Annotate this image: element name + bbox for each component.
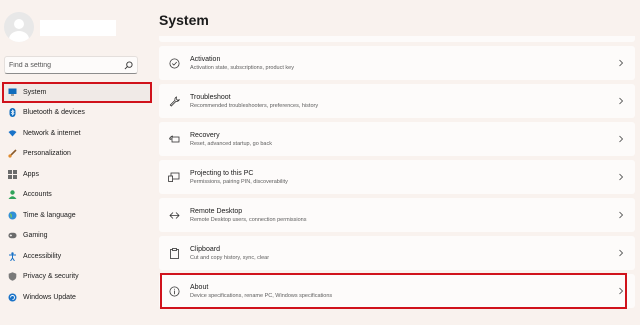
- wifi-icon: [8, 129, 17, 138]
- chevron-right-icon: [619, 135, 624, 143]
- clipboard-icon: [168, 247, 180, 259]
- redacted-user-name: [40, 20, 116, 36]
- card-subtitle: Recommended troubleshooters, preferences…: [190, 102, 319, 109]
- card-subtitle: Device specifications, rename PC, Window…: [190, 292, 333, 299]
- chevron-right-icon: [619, 249, 624, 257]
- card-subtitle: Cut and copy history, sync, clear: [190, 254, 270, 261]
- sidebar-item-label: Time & language: [23, 211, 76, 219]
- page-title: System: [159, 12, 209, 28]
- sidebar-item-system[interactable]: System: [2, 82, 152, 103]
- wrench-icon: [168, 95, 180, 107]
- avatar-head-shape: [14, 19, 24, 29]
- sidebar-item-label: Accessibility: [23, 252, 62, 260]
- sidebar-item-label: Gaming: [23, 232, 48, 240]
- accessibility-icon: [8, 252, 17, 261]
- sidebar-item-accessibility[interactable]: Accessibility: [2, 246, 152, 267]
- globe-icon: [8, 211, 17, 220]
- settings-card-projecting[interactable]: Projecting to this PC Permissions, pairi…: [159, 160, 635, 194]
- update-icon: [8, 293, 17, 302]
- sidebar-item-apps[interactable]: Apps: [2, 164, 152, 185]
- card-text: Clipboard Cut and copy history, sync, cl…: [190, 245, 617, 262]
- settings-list: Activation Activation state, subscriptio…: [159, 36, 639, 309]
- projector-icon: [168, 171, 180, 183]
- sidebar-item-accounts[interactable]: Accounts: [2, 185, 152, 206]
- sidebar-item-label: Bluetooth & devices: [23, 109, 85, 117]
- sidebar-item-network[interactable]: Network & internet: [2, 123, 152, 144]
- settings-card-troubleshoot[interactable]: Troubleshoot Recommended troubleshooters…: [159, 84, 635, 118]
- sidebar-item-label: Privacy & security: [23, 273, 79, 281]
- sidebar-item-label: System: [23, 88, 47, 96]
- card-subtitle: Remote Desktop users, connection permiss…: [190, 216, 307, 223]
- remote-desktop-icon: [168, 209, 180, 221]
- system-monitor-icon: [8, 88, 17, 97]
- settings-card-remote-desktop[interactable]: Remote Desktop Remote Desktop users, con…: [159, 198, 635, 232]
- chevron-right-icon: [619, 287, 624, 295]
- card-title: Projecting to this PC: [190, 169, 254, 177]
- card-subtitle: Permissions, pairing PIN, discoverabilit…: [190, 178, 288, 185]
- card-text: Recovery Reset, advanced startup, go bac…: [190, 131, 617, 148]
- card-title: Troubleshoot: [190, 93, 231, 101]
- sidebar: System Bluetooth & devices Network & int…: [0, 0, 152, 325]
- person-icon: [8, 190, 17, 200]
- sidebar-item-personalization[interactable]: Personalization: [2, 144, 152, 165]
- card-title: Remote Desktop: [190, 207, 243, 215]
- chevron-right-icon: [619, 173, 624, 181]
- avatar[interactable]: [4, 12, 34, 42]
- apps-icon: [8, 169, 17, 179]
- settings-card-recovery[interactable]: Recovery Reset, advanced startup, go bac…: [159, 122, 635, 156]
- sidebar-item-privacy-security[interactable]: Privacy & security: [2, 267, 152, 288]
- sidebar-item-label: Network & internet: [23, 129, 81, 137]
- sidebar-item-gaming[interactable]: Gaming: [2, 226, 152, 247]
- card-text: Troubleshoot Recommended troubleshooters…: [190, 93, 617, 110]
- card-subtitle: Activation state, subscriptions, product…: [190, 64, 294, 71]
- shield-icon: [8, 272, 17, 282]
- sidebar-item-bluetooth[interactable]: Bluetooth & devices: [2, 103, 152, 124]
- search-icon[interactable]: [124, 60, 133, 70]
- card-text: Activation Activation state, subscriptio…: [190, 55, 617, 72]
- bluetooth-icon: [8, 108, 17, 118]
- sidebar-item-windows-update[interactable]: Windows Update: [2, 287, 152, 308]
- recovery-icon: [168, 133, 180, 145]
- search-input[interactable]: [9, 61, 124, 69]
- card-text: Remote Desktop Remote Desktop users, con…: [190, 207, 617, 224]
- sidebar-item-label: Apps: [23, 170, 39, 178]
- settings-card-about[interactable]: About Device specifications, rename PC, …: [159, 273, 635, 309]
- brush-icon: [8, 149, 17, 158]
- sidebar-item-label: Personalization: [23, 150, 71, 158]
- card-title: About: [190, 283, 209, 291]
- search-box[interactable]: [4, 56, 138, 74]
- sidebar-item-label: Windows Update: [23, 293, 76, 301]
- chevron-right-icon: [619, 97, 624, 105]
- card-text: Projecting to this PC Permissions, pairi…: [190, 169, 617, 186]
- card-title: Recovery: [190, 131, 220, 139]
- card-subtitle: Reset, advanced startup, go back: [190, 140, 272, 147]
- chevron-right-icon: [619, 211, 624, 219]
- nav-list: System Bluetooth & devices Network & int…: [2, 82, 152, 308]
- card-title: Activation: [190, 55, 221, 63]
- settings-card-activation[interactable]: Activation Activation state, subscriptio…: [159, 46, 635, 80]
- card-text: About Device specifications, rename PC, …: [190, 283, 617, 300]
- sidebar-item-label: Accounts: [23, 191, 52, 199]
- check-circle-icon: [168, 57, 180, 69]
- chevron-right-icon: [619, 59, 624, 67]
- settings-card-clipboard[interactable]: Clipboard Cut and copy history, sync, cl…: [159, 236, 635, 270]
- card-title: Clipboard: [190, 245, 220, 253]
- avatar-body-shape: [9, 31, 29, 42]
- scrolled-card-edge: [159, 36, 635, 42]
- gamepad-icon: [8, 231, 17, 240]
- info-icon: [168, 285, 180, 297]
- sidebar-item-time-language[interactable]: Time & language: [2, 205, 152, 226]
